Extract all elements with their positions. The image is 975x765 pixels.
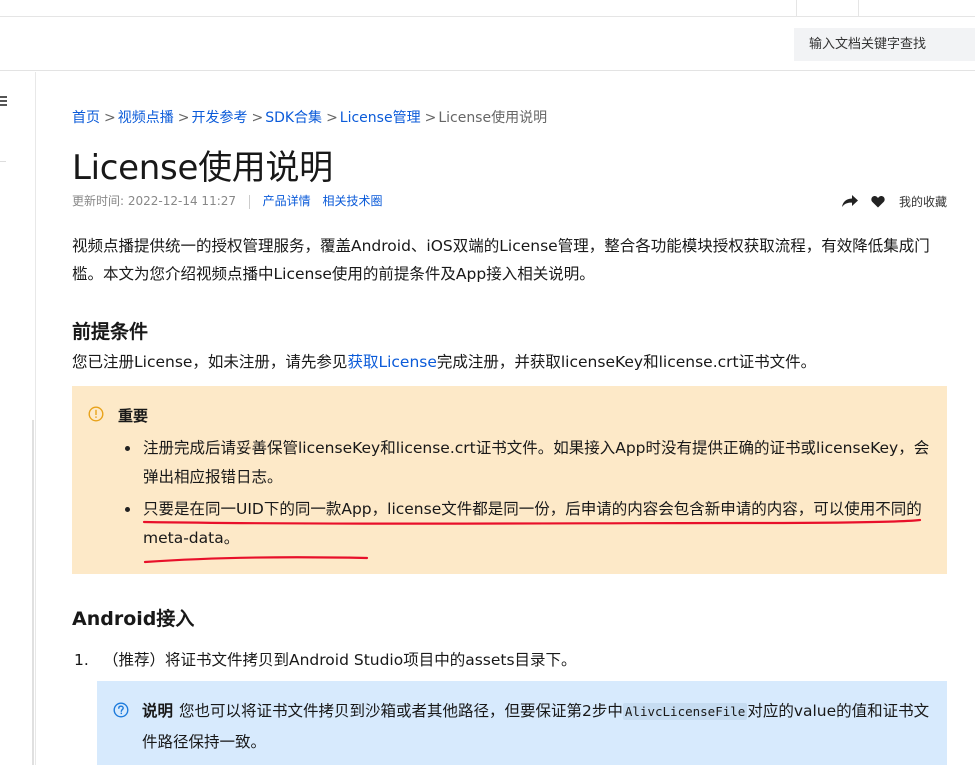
get-license-link[interactable]: 获取License — [347, 353, 436, 371]
breadcrumb-item-home[interactable]: 首页 — [72, 110, 100, 126]
android-heading: Android接入 — [72, 608, 195, 630]
intro-paragraph: 视频点播提供统一的授权管理服务，覆盖Android、iOS双端的License管… — [72, 237, 930, 283]
step-item: 1. （推荐）将证书文件拷贝到Android Studio项目中的assets目录… — [72, 646, 577, 674]
important-title: 重要 — [118, 407, 149, 425]
breadcrumb-separator: > — [326, 110, 338, 126]
note-callout: 说明 您也可以将证书文件拷贝到沙箱或者其他路径，但要保证第2步中 AlivcLice… — [97, 681, 947, 765]
updated-label: 更新时间: — [72, 194, 125, 208]
warning-circle-icon — [88, 406, 104, 422]
updated-time: 2022-12-14 11:27 — [127, 194, 237, 208]
doc-sidebar — [0, 72, 36, 765]
tech-circle-link[interactable]: 相关技术圈 — [323, 194, 383, 208]
search-input[interactable]: 输入文档关键字查找 — [794, 28, 975, 61]
breadcrumb-item-sdk[interactable]: SDK合集 — [265, 110, 322, 126]
prereq-paragraph: 您已注册License，如未注册，请先参见获取License完成注册，并获取li… — [72, 348, 947, 376]
page-title: License使用说明 — [72, 148, 333, 188]
menu-icon[interactable] — [0, 94, 8, 108]
prereq-text: 完成注册，并获取licenseKey和license.crt证书文件。 — [436, 353, 817, 371]
heart-icon[interactable] — [871, 195, 885, 208]
breadcrumb-separator: > — [104, 110, 116, 126]
list-item: 注册完成后请妥善保管licenseKey和license.crt证书文件。如果接… — [122, 434, 932, 492]
note-title: 说明 — [142, 702, 174, 720]
breadcrumb-item-vod[interactable]: 视频点播 — [118, 110, 174, 126]
breadcrumb-item-license[interactable]: License管理 — [340, 110, 421, 126]
important-list: 注册完成后请妥善保管licenseKey和license.crt证书文件。如果接… — [122, 434, 932, 556]
breadcrumb: 首页 > 视频点播 > 开发参考 > SDK合集 > License管理 > License使用说明 — [72, 107, 547, 127]
sidebar-scrollbar[interactable] — [32, 420, 34, 765]
question-circle-icon — [113, 702, 129, 718]
step-text: （推荐）将证书文件拷贝到Android Studio项目中的assets目录下。 — [103, 651, 577, 669]
page-meta: 更新时间: 2022-12-14 11:27 产品详情 相关技术圈 — [72, 193, 391, 209]
breadcrumb-separator: > — [251, 110, 264, 126]
favorite-label[interactable]: 我的收藏 — [899, 193, 947, 210]
breadcrumb-separator: > — [177, 110, 190, 126]
note-body: 您也可以将证书文件拷贝到沙箱或者其他路径，但要保证第2步中 — [179, 702, 623, 720]
meta-divider — [248, 194, 250, 209]
prereq-text: 您已注册License，如未注册，请先参见 — [72, 353, 348, 371]
breadcrumb-item-dev-ref[interactable]: 开发参考 — [191, 110, 247, 126]
step-number: 1. — [74, 651, 89, 669]
share-icon[interactable] — [841, 194, 859, 208]
breadcrumb-current: License使用说明 — [438, 110, 548, 126]
prereq-heading: 前提条件 — [72, 321, 149, 343]
top-nav-divider — [796, 0, 797, 17]
page-actions: 我的收藏 — [841, 192, 947, 210]
doc-search-bar: 输入文档关键字查找 — [0, 18, 975, 71]
top-nav-bar — [0, 0, 975, 17]
sidebar-divider — [0, 161, 6, 162]
important-callout: 重要 注册完成后请妥善保管licenseKey和license.crt证书文件。… — [72, 386, 947, 574]
list-item: 只要是在同一UID下的同一款App，license文件都是同一份，后申请的内容会… — [122, 495, 932, 553]
breadcrumb-separator: > — [424, 110, 437, 126]
inline-code: AlivcLicenseFile — [622, 703, 748, 720]
note-text: 说明 您也可以将证书文件拷贝到沙箱或者其他路径，但要保证第2步中 AlivcLice… — [142, 696, 932, 757]
product-details-link[interactable]: 产品详情 — [263, 194, 311, 208]
top-nav-divider — [858, 0, 859, 17]
